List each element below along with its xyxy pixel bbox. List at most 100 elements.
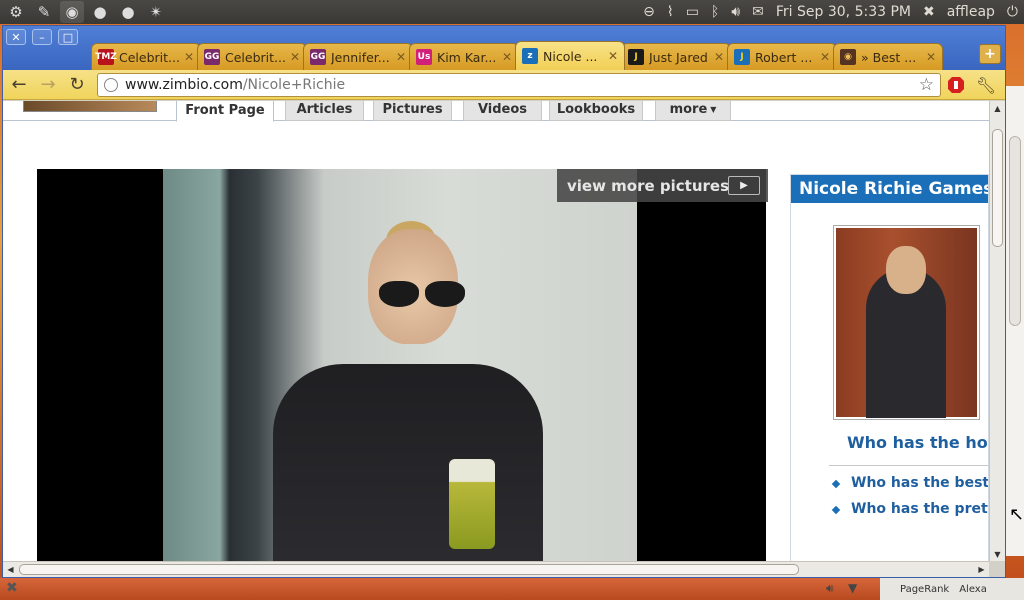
tab-favicon-icon: ◉ bbox=[840, 49, 856, 65]
text-editor-launcher-icon[interactable]: ✎ bbox=[32, 1, 56, 23]
sidebar-question-link[interactable]: Who has the hotte bbox=[847, 433, 988, 452]
tab-close-icon[interactable]: ✕ bbox=[502, 50, 512, 64]
clock[interactable]: Fri Sep 30, 5:33 PM bbox=[776, 4, 911, 20]
horizontal-scrollbar[interactable]: ◀ ▶ bbox=[3, 561, 989, 577]
nav-more-label: more bbox=[669, 102, 708, 117]
sidebar-link[interactable]: Who has the pretties bbox=[851, 501, 988, 517]
browser-window: ✕ – □ TMZ Celebrit... ✕ GG Celebrit... ✕… bbox=[2, 25, 1006, 578]
app-launcher-icon-2[interactable]: ● bbox=[116, 1, 140, 23]
scroll-thumb[interactable] bbox=[1009, 136, 1021, 326]
sound-icon[interactable]: 🔊︎ bbox=[826, 581, 834, 596]
bluetooth-icon[interactable]: ᛒ bbox=[711, 4, 719, 20]
close-icon[interactable]: ✖ bbox=[6, 580, 18, 596]
pagerank-label[interactable]: PageRank bbox=[900, 584, 949, 595]
mouse-cursor-icon: ↖ bbox=[1009, 504, 1024, 525]
app-launcher-icon[interactable]: ● bbox=[88, 1, 112, 23]
minimize-window-icon[interactable]: – bbox=[32, 29, 52, 45]
top-panel: ⚙ ✎ ◉ ● ● ✴ ⊖ ⌇ ▭ ᛒ 🔊︎ ✉ Fri Sep 30, 5:3… bbox=[0, 0, 1024, 24]
nav-tab-pictures[interactable]: Pictures bbox=[373, 101, 452, 121]
wrench-menu-icon[interactable]: 🔧︎ bbox=[975, 74, 997, 96]
browser-tab[interactable]: GG Jennifer... ✕ bbox=[303, 43, 413, 70]
sidebar-title[interactable]: Nicole Richie Games bbox=[791, 175, 988, 203]
mail-icon[interactable]: ✉ bbox=[752, 4, 764, 20]
nav-tab-videos[interactable]: Videos bbox=[463, 101, 542, 121]
browser-tab[interactable]: ◉ » Best ... ✕ bbox=[833, 43, 943, 70]
address-bar[interactable]: www.zimbio.com/Nicole+Richie ☆ bbox=[97, 73, 941, 97]
adblock-icon[interactable] bbox=[945, 74, 967, 96]
sidebar-link[interactable]: Who has the best sn bbox=[851, 475, 988, 491]
status-strip: PageRank Alexa bbox=[880, 578, 1024, 600]
view-more-pictures-button[interactable]: view more pictures ▶ bbox=[557, 169, 768, 202]
nav-tab-articles[interactable]: Articles bbox=[285, 101, 364, 121]
sidebar-divider bbox=[829, 465, 988, 466]
site-header-image bbox=[23, 101, 157, 112]
browser-tab[interactable]: TMZ Celebrit... ✕ bbox=[91, 43, 201, 70]
tab-close-icon[interactable]: ✕ bbox=[396, 50, 406, 64]
nav-tab-more[interactable]: more ▼ bbox=[655, 101, 731, 121]
back-button[interactable]: ← bbox=[6, 73, 32, 97]
scroll-down-icon[interactable]: ▼ bbox=[990, 547, 1005, 561]
page-viewport: Front Page Articles Pictures Videos Look… bbox=[3, 101, 989, 561]
chevron-down-icon: ▼ bbox=[710, 105, 717, 114]
tab-close-icon[interactable]: ✕ bbox=[290, 50, 300, 64]
tab-close-icon[interactable]: ✕ bbox=[184, 50, 194, 64]
power-icon[interactable]: ⏻ bbox=[1007, 4, 1018, 20]
games-sidebar: Nicole Richie Games Who has the hotte Wh… bbox=[790, 174, 989, 561]
browser-tab[interactable]: Us Kim Kar... ✕ bbox=[409, 43, 519, 70]
tab-title: Celebrit... bbox=[225, 49, 286, 65]
tab-title: Just Jared bbox=[649, 49, 708, 65]
tab-close-icon[interactable]: ✕ bbox=[714, 50, 724, 64]
tab-title: Jennifer... bbox=[331, 49, 390, 65]
chevron-down-icon[interactable]: ▼ bbox=[848, 581, 857, 595]
close-window-icon[interactable]: ✕ bbox=[6, 29, 26, 45]
main-photo[interactable] bbox=[163, 169, 637, 561]
background-window-scrollbar[interactable] bbox=[1006, 86, 1024, 556]
tab-favicon-icon: J bbox=[734, 49, 750, 65]
scroll-thumb[interactable] bbox=[19, 564, 799, 575]
browser-tab-active[interactable]: z Nicole ... ✕ bbox=[515, 41, 625, 70]
wifi-icon[interactable]: ⌇ bbox=[667, 4, 674, 20]
photo-jacket bbox=[273, 364, 543, 561]
maximize-window-icon[interactable]: □ bbox=[58, 29, 78, 45]
browser-tab[interactable]: J Robert ... ✕ bbox=[727, 43, 837, 70]
ubuntu-menu-icon[interactable]: ⚙ bbox=[4, 1, 28, 23]
browser-tab[interactable]: J Just Jared ✕ bbox=[621, 43, 731, 70]
tab-close-icon[interactable]: ✕ bbox=[926, 50, 936, 64]
sidebar-photo[interactable] bbox=[833, 225, 980, 420]
page-info-icon[interactable] bbox=[104, 78, 118, 92]
photo-juice-bottle bbox=[449, 459, 495, 549]
new-tab-button[interactable]: + bbox=[979, 44, 1001, 64]
scroll-thumb[interactable] bbox=[992, 129, 1003, 247]
nav-tab-lookbooks[interactable]: Lookbooks bbox=[549, 101, 643, 121]
battery-icon[interactable]: ▭ bbox=[686, 4, 699, 20]
vertical-scrollbar[interactable]: ▲ ▼ bbox=[989, 101, 1005, 561]
user-status-icon[interactable]: ✖ bbox=[923, 4, 935, 20]
reload-button[interactable]: ↻ bbox=[64, 73, 90, 97]
url-domain: www.zimbio.com bbox=[125, 77, 243, 93]
chrome-launcher-icon[interactable]: ◉ bbox=[60, 1, 84, 23]
alexa-label[interactable]: Alexa bbox=[959, 584, 987, 595]
tab-favicon-icon: z bbox=[522, 48, 538, 64]
browser-tab[interactable]: GG Celebrit... ✕ bbox=[197, 43, 307, 70]
tab-title: Nicole ... bbox=[543, 48, 598, 64]
user-name[interactable]: affleap bbox=[947, 4, 995, 20]
tab-close-icon[interactable]: ✕ bbox=[820, 50, 830, 64]
nav-tab-front-page[interactable]: Front Page bbox=[176, 101, 274, 122]
status-icon[interactable]: ⊖ bbox=[643, 4, 655, 20]
tab-title: Celebrit... bbox=[119, 49, 180, 65]
scroll-up-icon[interactable]: ▲ bbox=[990, 101, 1005, 115]
bullet-icon bbox=[831, 505, 841, 515]
photo-viewer[interactable] bbox=[37, 169, 766, 561]
bottom-panel: ✖ 🔊︎ ▼ PageRank Alexa bbox=[0, 578, 1024, 600]
tab-favicon-icon: GG bbox=[204, 49, 220, 65]
play-arrow-icon: ▶ bbox=[728, 176, 760, 195]
tab-title: » Best ... bbox=[861, 49, 917, 65]
tab-favicon-icon: TMZ bbox=[95, 49, 117, 65]
scroll-left-icon[interactable]: ◀ bbox=[3, 562, 18, 576]
settings-launcher-icon[interactable]: ✴ bbox=[144, 1, 168, 23]
tab-close-icon[interactable]: ✕ bbox=[608, 49, 618, 63]
forward-button[interactable]: → bbox=[35, 73, 61, 97]
scroll-right-icon[interactable]: ▶ bbox=[974, 562, 989, 576]
volume-icon[interactable]: 🔊︎ bbox=[731, 4, 740, 20]
bookmark-star-icon[interactable]: ☆ bbox=[919, 75, 934, 95]
